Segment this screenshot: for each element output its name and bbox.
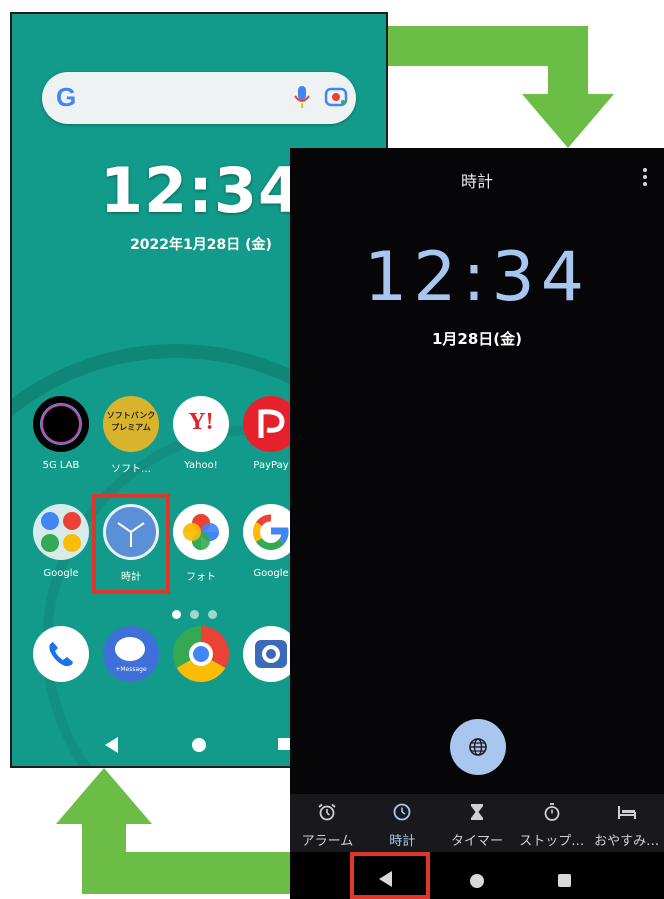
page-dot [190, 610, 199, 619]
recents-button[interactable] [278, 738, 290, 750]
microphone-icon[interactable] [294, 86, 310, 114]
app-label: Yahoo! [184, 460, 218, 471]
message-icon: +Message [103, 626, 159, 682]
dock-phone[interactable] [26, 626, 96, 682]
app-photos[interactable]: フォト [166, 504, 236, 583]
softbank-premium-text: ソフトバンク プレミアム [106, 411, 156, 432]
google-lens-icon[interactable] [324, 85, 348, 113]
stopwatch-icon [544, 803, 560, 821]
clock-icon [393, 803, 411, 821]
clock-app-highlight [92, 494, 170, 594]
app-label: Google [43, 568, 79, 579]
tab-label: おやすみ… [594, 834, 660, 849]
tab-timer[interactable]: タイマー [440, 794, 515, 852]
dock-chrome[interactable] [166, 626, 236, 682]
tab-alarm[interactable]: アラーム [290, 794, 365, 852]
bottom-navigation: アラーム 時計 タイマー ストップ… おやすみ… [290, 794, 664, 852]
google-folder-icon [33, 504, 89, 560]
app-title: 時計 [460, 172, 493, 191]
yahoo-logo-text: Y! [188, 409, 214, 435]
tab-label: アラーム [301, 834, 354, 849]
clock-date: 1月28日(金) [431, 330, 523, 348]
alarm-icon [318, 803, 336, 821]
tab-stopwatch[interactable]: ストップ… [514, 794, 589, 852]
clock-app-screen: 時計 12:34 1月28日(金) アラーム 時計 タイマー ストップ… おやす… [290, 148, 664, 899]
5g-lab-icon [33, 396, 89, 452]
app-yahoo[interactable]: Y! Yahoo! [166, 396, 236, 471]
dock-message[interactable]: +Message [96, 626, 166, 682]
photos-icon [173, 504, 229, 560]
app-5g-lab[interactable]: 5G LAB [26, 396, 96, 471]
google-search-bar[interactable]: G [42, 72, 356, 124]
google-g-icon: G [56, 82, 77, 112]
digital-clock-time: 12:34 [364, 238, 590, 317]
hourglass-icon [470, 804, 483, 820]
tab-bedtime[interactable]: おやすみ… [589, 794, 664, 852]
message-icon-text: +Message [115, 666, 147, 673]
app-label: ソフト… [111, 464, 151, 475]
recents-button[interactable] [558, 874, 571, 887]
app-google-folder[interactable]: Google [26, 504, 96, 579]
tab-clock[interactable]: 時計 [365, 794, 440, 852]
page-dot-active [172, 610, 181, 619]
app-label: 5G LAB [42, 460, 80, 471]
yahoo-icon: Y! [173, 396, 229, 452]
softbank-premium-icon: ソフトバンク プレミアム [103, 396, 159, 452]
page-indicator [172, 604, 226, 623]
back-button[interactable] [104, 736, 120, 754]
globe-icon [469, 738, 487, 756]
tab-label: 時計 [389, 834, 416, 849]
app-softbank-premium[interactable]: ソフトバンク プレミアム ソフト… [96, 396, 166, 475]
back-button-highlight [350, 852, 430, 899]
home-button[interactable] [470, 874, 484, 888]
tab-label: ストップ… [519, 834, 585, 849]
world-clock-button[interactable] [450, 719, 506, 775]
tab-label: タイマー [450, 834, 503, 849]
bed-icon [617, 806, 636, 819]
more-options-icon[interactable] [640, 168, 650, 189]
home-button[interactable] [192, 738, 206, 752]
system-navigation-bar [290, 852, 664, 899]
chrome-icon [173, 626, 229, 682]
phone-icon [33, 626, 89, 682]
app-label: フォト [186, 572, 216, 583]
page-dot [208, 610, 217, 619]
